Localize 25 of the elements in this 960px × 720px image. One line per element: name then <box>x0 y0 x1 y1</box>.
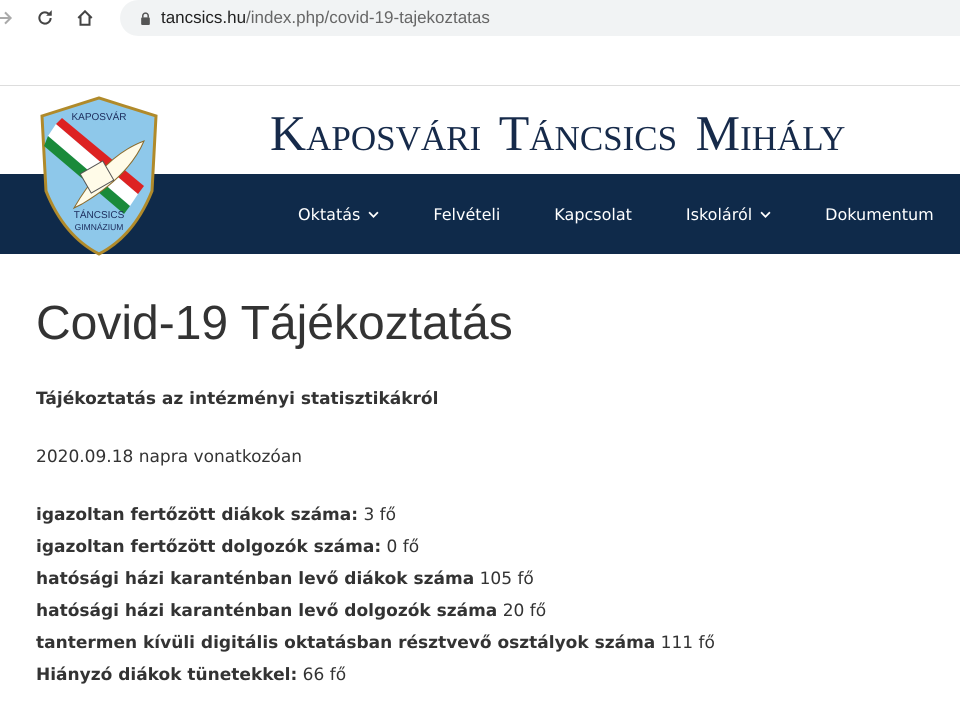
nav-link[interactable]: Oktatás <box>278 204 400 224</box>
address-bar[interactable]: tancsics.hu/index.php/covid-19-tajekoztatas <box>120 0 960 36</box>
nav-link[interactable]: Kapcsolat <box>534 204 652 224</box>
nav-link[interactable]: Felvételi <box>413 204 520 224</box>
lock-icon <box>140 12 151 24</box>
page-title: Covid-19 Tájékoztatás <box>36 296 514 351</box>
statistic-line: tantermen kívüli digitális oktatásban résztvevő osztályok száma 111 fő <box>36 632 716 655</box>
site-title: Kaposvári Táncsics Mihály <box>270 104 846 162</box>
logo-text: GIMNÁZIUM <box>74 222 124 232</box>
statistic-line: igazoltan fertőzött diákok száma: 3 fő <box>36 504 398 527</box>
section-heading: Tájékoztatás az intézményi statisztikákról <box>36 389 440 409</box>
nav-link[interactable]: Dokumentum <box>805 204 954 224</box>
statistic-line: Hiányzó diákok tünetekkel: 66 fő <box>36 664 348 687</box>
caret-icon <box>368 210 380 218</box>
nav-link[interactable]: Iskoláról <box>666 204 792 224</box>
statistic-line: hatósági házi karanténban levő dolgozók száma 20 fő <box>36 600 548 623</box>
url-text: tancsics.hu/index.php/covid-19-tajekoztatas <box>161 8 490 28</box>
date-text: 2020.09.18 napra vonatkozóan <box>36 447 304 467</box>
caret-icon <box>760 210 772 218</box>
statistic-line: igazoltan fertőzött dolgozók száma: 0 fő <box>36 536 420 559</box>
logo-text: TÁNCSICS <box>74 210 124 221</box>
home-icon[interactable] <box>76 9 94 27</box>
logo-text: KAPOSVÁR <box>71 112 127 123</box>
reload-icon[interactable] <box>36 9 54 27</box>
statistic-line: hatósági házi karanténban levő diákok száma 105 fő <box>36 568 535 591</box>
